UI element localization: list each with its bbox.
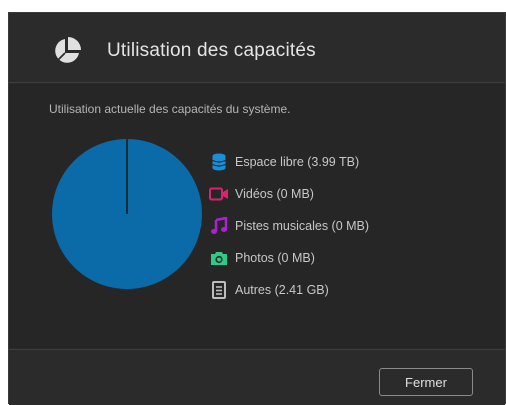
- music-icon: [209, 216, 229, 236]
- legend-item-free-space: Espace libre (3.99 TB): [209, 146, 469, 178]
- dialog-header: Utilisation des capacités: [9, 13, 505, 83]
- close-button[interactable]: Fermer: [379, 368, 473, 396]
- capacity-pie-chart: [52, 139, 202, 289]
- capacity-dialog: Utilisation des capacités Utilisation ac…: [8, 12, 506, 404]
- dialog-content: Utilisation actuelle des capacités du sy…: [9, 84, 505, 348]
- legend-label: Pistes musicales (0 MB): [235, 219, 369, 233]
- storage-icon: [209, 152, 229, 172]
- legend-item-others: Autres (2.41 GB): [209, 274, 469, 306]
- legend-item-music: Pistes musicales (0 MB): [209, 210, 469, 242]
- legend-item-photos: Photos (0 MB): [209, 242, 469, 274]
- pie-chart-icon: [51, 35, 83, 67]
- dialog-subtitle: Utilisation actuelle des capacités du sy…: [49, 102, 290, 116]
- document-icon: [209, 280, 229, 300]
- dialog-footer: Fermer: [9, 349, 505, 405]
- video-icon: [209, 184, 229, 204]
- chart-legend: Espace libre (3.99 TB) Vidéos (0 MB): [209, 146, 469, 306]
- legend-label: Espace libre (3.99 TB): [235, 155, 359, 169]
- dialog-title: Utilisation des capacités: [107, 40, 316, 62]
- legend-label: Autres (2.41 GB): [235, 283, 329, 297]
- legend-label: Photos (0 MB): [235, 251, 315, 265]
- legend-label: Vidéos (0 MB): [235, 187, 314, 201]
- camera-icon: [209, 248, 229, 268]
- legend-item-videos: Vidéos (0 MB): [209, 178, 469, 210]
